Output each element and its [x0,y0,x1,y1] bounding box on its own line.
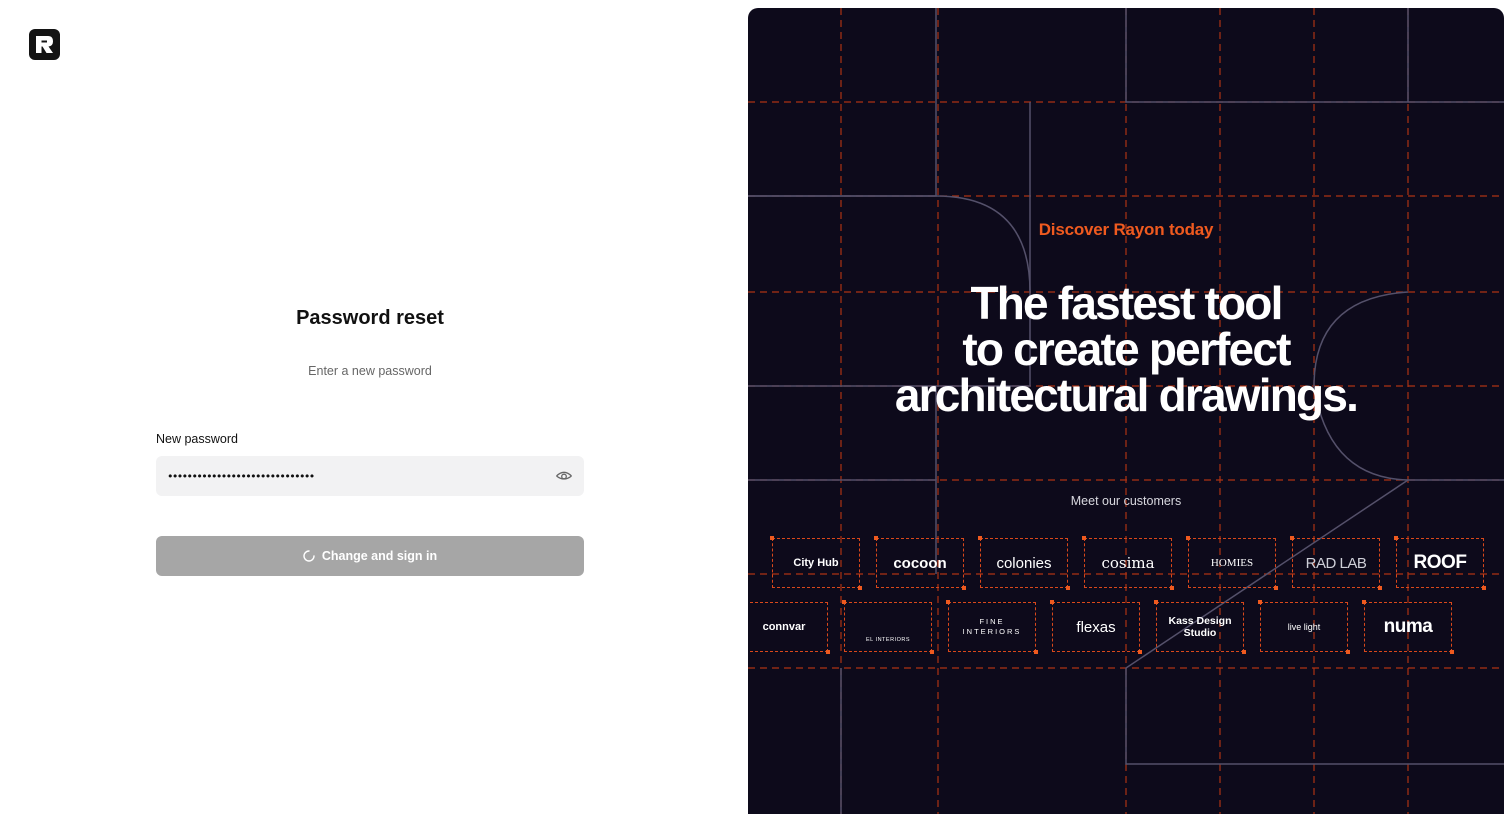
customer-logo-numa: numa [1362,600,1454,654]
customer-logo-colonies: colonies [978,536,1070,590]
promo-headline-line: to create perfect [962,323,1291,375]
new-password-input[interactable] [156,456,584,496]
promo-eyebrow: Discover Rayon today [1038,220,1214,239]
auth-pane: Password reset Enter a new password New … [0,0,748,814]
customer-logo-connvar: connvar [748,602,830,654]
customer-logo-flexas: flexas [1050,600,1142,654]
promo-panel: Discover Rayon today The fastest tool to… [748,8,1504,814]
customer-logo-cosima: cosima [1082,536,1174,590]
customer-logo-homies: HOMIES [1186,536,1278,590]
page-title: Password reset [296,307,444,329]
promo-headline: The fastest tool to create perfect archi… [748,280,1504,418]
customers-label: Meet our customers [1070,494,1182,508]
customer-logo-el-interiors: EL INTERIORS [842,600,934,654]
eye-icon[interactable] [555,468,573,484]
customer-logo-radlab: RAD LAB [1290,536,1382,590]
customer-logo-fine-interiors: FINE INTERIORS [946,600,1038,654]
customer-logo-cocoon: cocoon [874,536,966,590]
rayon-logo-icon[interactable] [29,29,60,60]
promo-headline-line: The fastest tool [970,277,1283,329]
new-password-field [156,456,584,496]
new-password-label: New password [156,432,238,446]
change-and-sign-in-button[interactable]: Change and sign in [156,536,584,576]
customer-logo-kass-design-studio: Kass Design Studio [1154,600,1246,654]
customer-logo-live-light: live light [1258,600,1350,654]
customer-logo-roof: ROOF [1394,536,1486,590]
page-subtitle: Enter a new password [308,364,432,378]
spinner-icon [303,550,315,562]
change-and-sign-in-label: Change and sign in [321,549,438,563]
password-reset-form: Password reset Enter a new password New … [156,300,584,576]
promo-headline-line: architectural drawings. [894,369,1359,421]
customer-logo-cityhub: City Hub [770,536,862,590]
